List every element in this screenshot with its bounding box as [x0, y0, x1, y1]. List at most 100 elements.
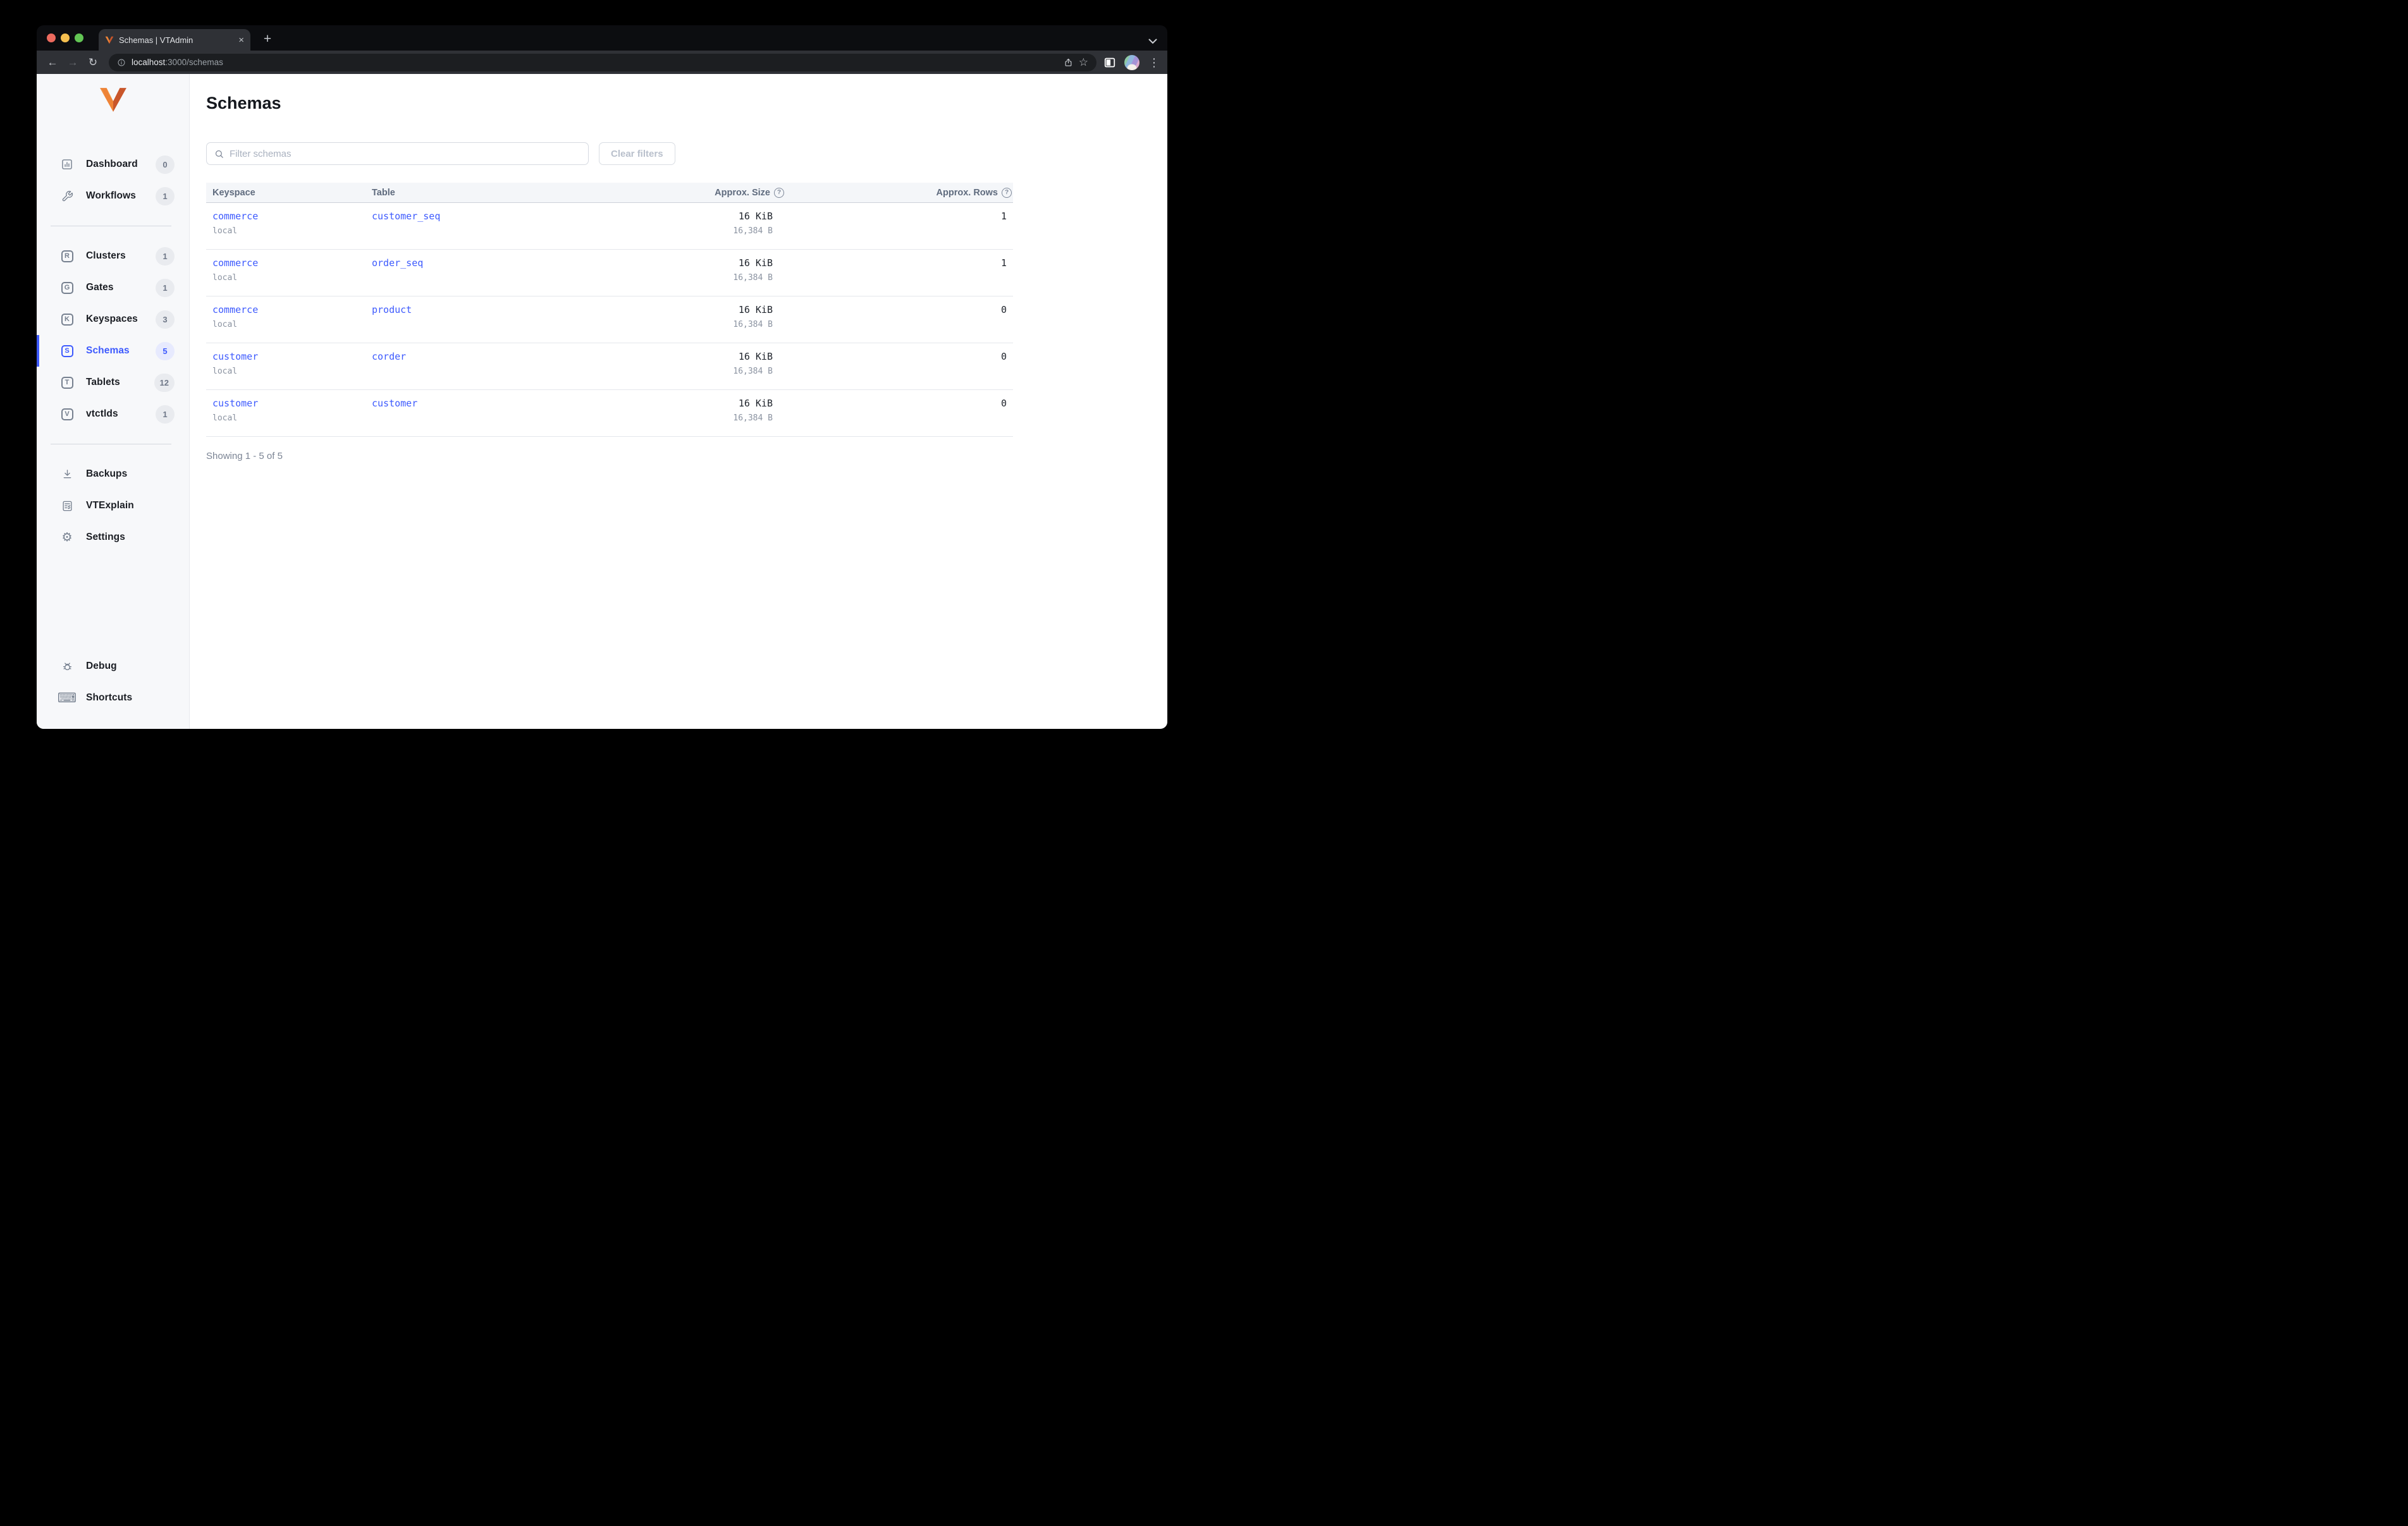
sidebar-item-vtexplain[interactable]: VTExplain	[37, 490, 189, 522]
sidebar-item-workflows[interactable]: Workflows 1	[37, 180, 189, 212]
sidebar-item-label: Schemas	[86, 345, 130, 356]
help-icon[interactable]: ?	[1002, 187, 1012, 198]
table-row: commerce local order_seq 16 KiB 16,384 B…	[206, 250, 1013, 296]
sidebar-item-shortcuts[interactable]: ⌨ Shortcuts	[37, 682, 189, 714]
size-value: 16 KiB	[738, 211, 773, 222]
traffic-lights	[47, 34, 83, 42]
table-link[interactable]: order_seq	[372, 257, 625, 269]
approx-rows-cell: 0	[784, 351, 1013, 389]
tab-title: Schemas | VTAdmin	[119, 35, 194, 45]
sidebar-item-label: Settings	[86, 532, 125, 542]
sidebar-item-dashboard[interactable]: Dashboard 0	[37, 149, 189, 180]
tab-schemas[interactable]: Schemas | VTAdmin ×	[99, 29, 250, 51]
count-badge: 0	[156, 155, 175, 174]
browser-window: Schemas | VTAdmin × + ← → ↻ localhost:30…	[37, 25, 1167, 729]
doc-check-icon	[61, 500, 73, 512]
cluster-label: local	[212, 320, 238, 329]
close-window-button[interactable]	[47, 34, 56, 42]
column-header-table: Table	[372, 187, 395, 198]
count-badge: 1	[156, 405, 175, 424]
column-header-keyspace: Keyspace	[212, 187, 255, 198]
back-button[interactable]: ←	[44, 56, 61, 69]
rows-value: 1	[1000, 211, 1007, 222]
size-value: 16 KiB	[738, 351, 773, 362]
sidebar-item-clusters[interactable]: R Clusters 1	[37, 240, 189, 272]
sidebar-item-schemas[interactable]: S Schemas 5	[37, 335, 189, 367]
filter-schemas-input[interactable]	[230, 148, 580, 159]
keyspace-link[interactable]: commerce	[212, 211, 366, 222]
sidebar-item-tablets[interactable]: T Tablets 12	[37, 367, 189, 398]
sidebar-item-label: Shortcuts	[86, 692, 133, 703]
count-badge: 3	[156, 310, 175, 329]
table-cell: corder	[366, 351, 625, 389]
zoom-window-button[interactable]	[75, 34, 83, 42]
sidebar-item-vtctlds[interactable]: V vtctlds 1	[37, 398, 189, 430]
minimize-window-button[interactable]	[61, 34, 70, 42]
schemas-table: Keyspace Table Approx. Size ? Approx. Ro…	[206, 183, 1013, 437]
column-header-approx-size: Approx. Size ?	[625, 187, 784, 198]
sidebar-item-debug[interactable]: Debug	[37, 650, 189, 682]
tab-search-chevron-icon[interactable]	[1148, 39, 1157, 44]
sidebar-item-gates[interactable]: G Gates 1	[37, 272, 189, 303]
rows-value: 0	[1000, 351, 1007, 362]
cluster-letter-icon: R	[61, 250, 73, 262]
keyspace-cell: commerce local	[206, 304, 366, 343]
keyspace-cell: customer local	[206, 398, 366, 436]
keyspace-link[interactable]: commerce	[212, 257, 366, 269]
address-bar[interactable]: localhost:3000/schemas ☆	[109, 53, 1096, 71]
rows-value: 0	[1000, 398, 1007, 409]
keyspace-link[interactable]: commerce	[212, 304, 366, 315]
rows-value: 1	[1000, 257, 1007, 269]
sidebar-item-label: Dashboard	[86, 159, 138, 169]
share-icon[interactable]	[1064, 58, 1073, 68]
browser-toolbar: ← → ↻ localhost:3000/schemas ☆ ⋮	[37, 51, 1167, 74]
keyspace-cell: commerce local	[206, 211, 366, 249]
table-link[interactable]: product	[372, 304, 625, 315]
approx-rows-cell: 0	[784, 398, 1013, 436]
site-info-icon[interactable]	[117, 58, 126, 67]
keyspace-link[interactable]: customer	[212, 351, 366, 362]
sidebar-item-label: Workflows	[86, 190, 136, 201]
table-header: Keyspace Table Approx. Size ? Approx. Ro…	[206, 183, 1013, 203]
help-icon[interactable]: ?	[774, 187, 784, 198]
clear-filters-button[interactable]: Clear filters	[599, 142, 675, 165]
browser-menu-icon[interactable]: ⋮	[1148, 57, 1160, 68]
approx-rows-cell: 0	[784, 304, 1013, 343]
size-value: 16 KiB	[738, 304, 773, 315]
table-link[interactable]: customer_seq	[372, 211, 625, 222]
forward-button[interactable]: →	[64, 56, 81, 69]
reload-button[interactable]: ↻	[85, 56, 101, 69]
vtadmin-favicon	[105, 36, 114, 44]
cluster-label: local	[212, 226, 238, 236]
pagination-status: Showing 1 - 5 of 5	[206, 451, 283, 461]
count-badge: 5	[156, 341, 175, 360]
sidebar-item-label: VTExplain	[86, 500, 134, 511]
table-link[interactable]: customer	[372, 398, 625, 409]
gate-letter-icon: G	[61, 281, 73, 294]
app-content: Dashboard 0 Workflows 1 R Clusters 1 G G…	[37, 74, 1167, 729]
keyspace-cell: customer local	[206, 351, 366, 389]
vitess-logo[interactable]	[37, 87, 189, 118]
vtctld-letter-icon: V	[61, 408, 73, 420]
keyspace-cell: commerce local	[206, 257, 366, 296]
bookmark-star-icon[interactable]: ☆	[1079, 57, 1088, 68]
sidebar: Dashboard 0 Workflows 1 R Clusters 1 G G…	[37, 74, 190, 729]
table-link[interactable]: corder	[372, 351, 625, 362]
table-cell: order_seq	[366, 257, 625, 296]
tablet-letter-icon: T	[61, 376, 73, 389]
sidebar-item-backups[interactable]: Backups	[37, 458, 189, 490]
sidebar-item-settings[interactable]: ⚙ Settings	[37, 522, 189, 553]
bug-icon	[61, 661, 73, 673]
approx-size-cell: 16 KiB 16,384 B	[625, 351, 784, 389]
sidebar-item-label: Debug	[86, 661, 117, 671]
keyspace-link[interactable]: customer	[212, 398, 366, 409]
count-badge: 1	[156, 247, 175, 266]
sidebar-item-keyspaces[interactable]: K Keyspaces 3	[37, 303, 189, 335]
new-tab-button[interactable]: +	[259, 31, 276, 47]
side-panel-icon[interactable]	[1104, 58, 1115, 68]
count-badge: 12	[154, 373, 175, 392]
profile-avatar[interactable]	[1124, 54, 1140, 70]
tab-close-icon[interactable]: ×	[238, 35, 244, 45]
main-panel: Schemas Clear filters Keyspace Table App…	[190, 74, 1167, 729]
keyspace-letter-icon: K	[61, 313, 73, 326]
